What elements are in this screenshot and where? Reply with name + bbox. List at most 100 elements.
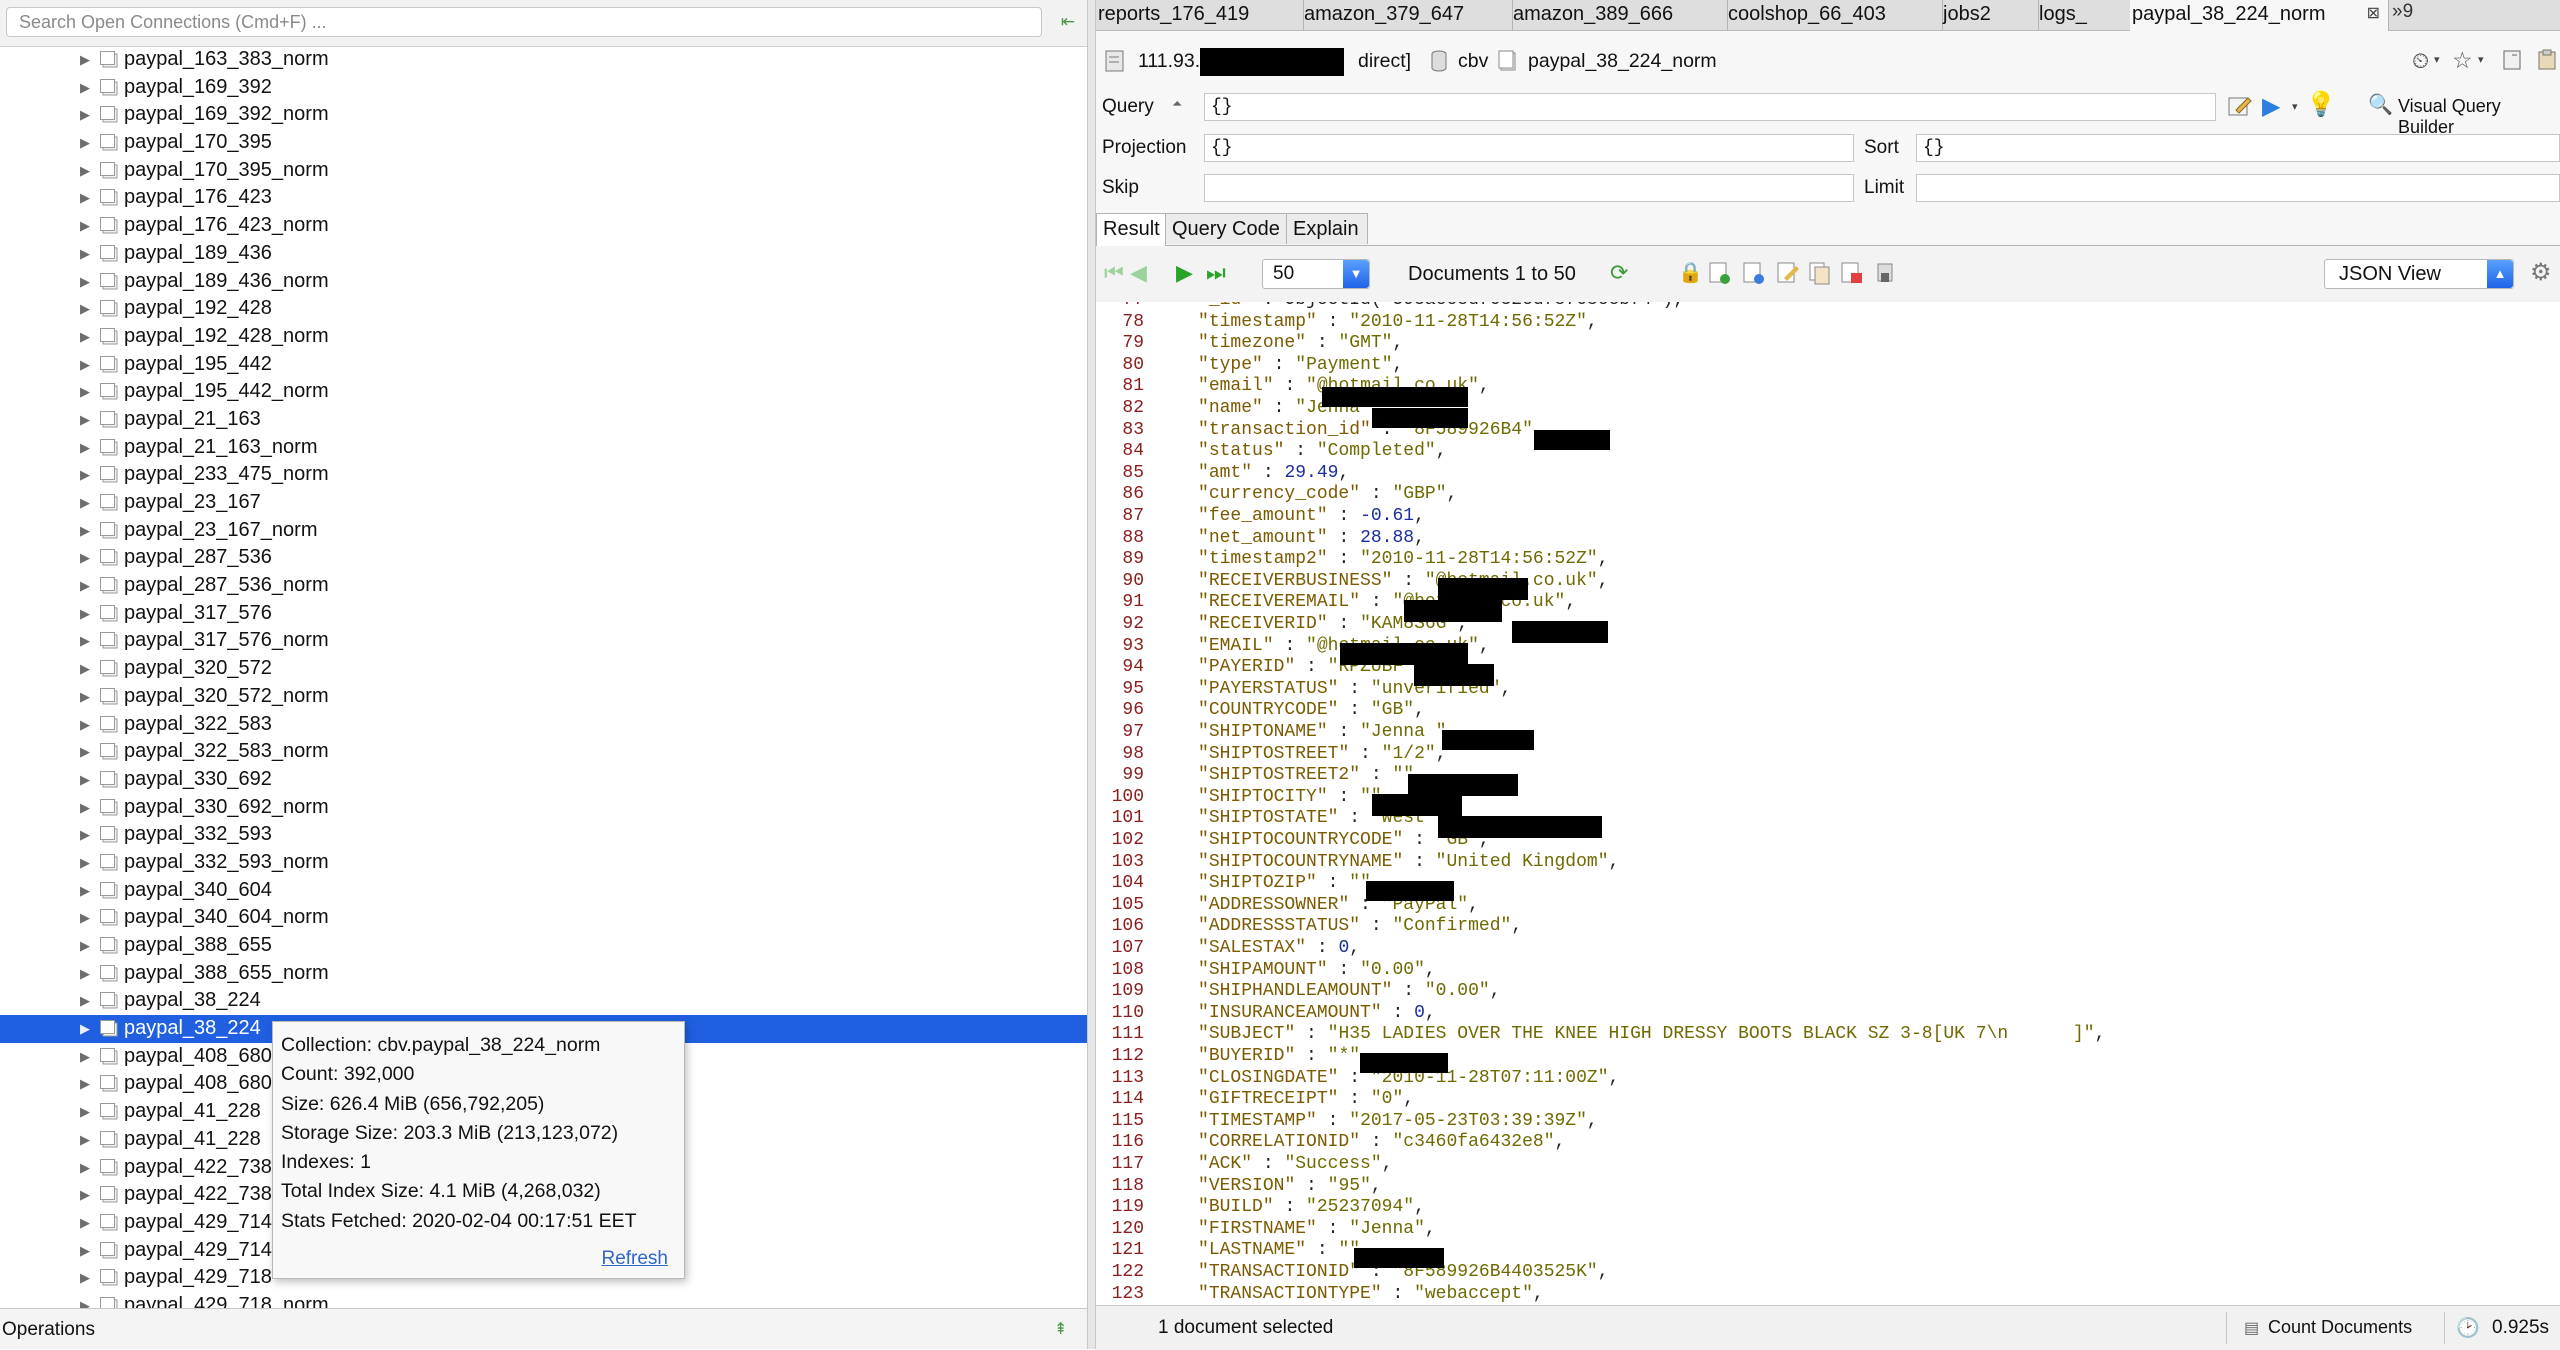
history-icon[interactable]: ⏲ [2412, 48, 2429, 74]
expand-arrow-icon[interactable]: ▶ [80, 1070, 94, 1097]
tree-collection-item[interactable]: ▶ paypal_189_436_norm [0, 268, 1087, 296]
tree-collection-item[interactable]: ▶ paypal_195_442 [0, 351, 1087, 379]
tree-collection-item[interactable]: ▶ paypal_317_576 [0, 600, 1087, 628]
tab-result[interactable]: Result [1096, 213, 1166, 246]
expand-arrow-icon[interactable]: ▶ [80, 461, 94, 488]
collapse-arrow-icon[interactable]: ⏶ [1172, 96, 1182, 112]
chevron-down-icon[interactable]: ▾ [2478, 53, 2484, 66]
lightbulb-icon[interactable]: 💡 [2306, 90, 2336, 119]
tree-collection-item[interactable]: ▶ paypal_340_604 [0, 877, 1087, 905]
expand-arrow-icon[interactable]: ▶ [80, 932, 94, 959]
expand-arrow-icon[interactable]: ▶ [80, 129, 94, 156]
expand-arrow-icon[interactable]: ▶ [80, 295, 94, 322]
tree-collection-item[interactable]: ▶ paypal_192_428_norm [0, 323, 1087, 351]
tree-collection-item[interactable]: ▶ paypal_340_604_norm [0, 904, 1087, 932]
tree-collection-item[interactable]: ▶ paypal_170_395_norm [0, 157, 1087, 185]
tree-collection-item[interactable]: ▶ paypal_170_395 [0, 129, 1087, 157]
open-in-window-icon[interactable] [2502, 49, 2522, 71]
expand-operations-icon[interactable]: ⇞ [1054, 1319, 1067, 1339]
expand-arrow-icon[interactable]: ▶ [80, 74, 94, 101]
expand-arrow-icon[interactable]: ▶ [80, 101, 94, 128]
expand-arrow-icon[interactable]: ▶ [80, 683, 94, 710]
tree-collection-item[interactable]: ▶ paypal_23_167 [0, 489, 1087, 517]
tree-collection-item[interactable]: ▶ paypal_332_593 [0, 821, 1087, 849]
expand-arrow-icon[interactable]: ▶ [80, 323, 94, 350]
clone-document-icon[interactable] [1808, 260, 1832, 286]
previous-page-icon[interactable]: ◀ [1130, 261, 1147, 285]
tree-collection-item[interactable]: ▶ paypal_192_428 [0, 295, 1087, 323]
expand-arrow-icon[interactable]: ▶ [80, 794, 94, 821]
expand-arrow-icon[interactable]: ▶ [80, 821, 94, 848]
edit-query-icon[interactable] [2226, 93, 2252, 119]
collapse-all-icon[interactable]: ⇤ [1056, 10, 1080, 34]
expand-arrow-icon[interactable]: ▶ [80, 240, 94, 267]
tree-collection-item[interactable]: ▶ paypal_287_536 [0, 544, 1087, 572]
first-page-icon[interactable]: ⏮ [1104, 261, 1124, 285]
tree-collection-item[interactable]: ▶ paypal_233_475_norm [0, 461, 1087, 489]
expand-arrow-icon[interactable]: ▶ [80, 434, 94, 461]
sort-input[interactable]: {} [1916, 134, 2560, 162]
expand-arrow-icon[interactable]: ▶ [80, 517, 94, 544]
visual-query-builder-button[interactable]: Visual Query Builder [2398, 96, 2560, 138]
tab-jobs2[interactable]: jobs2 [1941, 0, 2039, 30]
expand-arrow-icon[interactable]: ▶ [80, 1237, 94, 1264]
tab-amazon-379-647[interactable]: amazon_379_647 [1302, 0, 1513, 30]
tree-collection-item[interactable]: ▶ paypal_23_167_norm [0, 517, 1087, 545]
expand-arrow-icon[interactable]: ▶ [80, 711, 94, 738]
tab-amazon-389-666[interactable]: amazon_389_666 [1511, 0, 1728, 30]
tree-collection-item[interactable]: ▶ paypal_38_224 [0, 987, 1087, 1015]
expand-arrow-icon[interactable]: ▶ [80, 157, 94, 184]
expand-arrow-icon[interactable]: ▶ [80, 184, 94, 211]
tree-collection-item[interactable]: ▶ paypal_317_576_norm [0, 627, 1087, 655]
last-page-icon[interactable]: ⏭ [1206, 261, 1226, 285]
expand-arrow-icon[interactable]: ▶ [80, 1154, 94, 1181]
tree-collection-item[interactable]: ▶ paypal_176_423_norm [0, 212, 1087, 240]
view-mode-select[interactable]: JSON View ▲ [2324, 259, 2514, 289]
lock-icon[interactable]: 🔒 [1678, 261, 1703, 285]
tab-query-code[interactable]: Query Code [1165, 213, 1287, 244]
expand-arrow-icon[interactable]: ▶ [80, 600, 94, 627]
tree-collection-item[interactable]: ▶ paypal_195_442_norm [0, 378, 1087, 406]
expand-arrow-icon[interactable]: ▶ [80, 544, 94, 571]
tab-logs[interactable]: logs_ [2037, 0, 2132, 30]
expand-arrow-icon[interactable]: ▶ [80, 877, 94, 904]
tree-collection-item[interactable]: ▶ paypal_320_572_norm [0, 683, 1087, 711]
expand-arrow-icon[interactable]: ▶ [80, 1264, 94, 1291]
expand-arrow-icon[interactable]: ▶ [80, 904, 94, 931]
query-input[interactable]: {} [1204, 93, 2216, 121]
expand-arrow-icon[interactable]: ▶ [80, 1209, 94, 1236]
tree-collection-item[interactable]: ▶ paypal_169_392 [0, 74, 1087, 102]
json-result-view[interactable]: 77"_id" : ObjectId("593aee8df632edf8768e… [1096, 302, 2560, 1307]
tab-reports-176-419[interactable]: reports_176_419 [1096, 0, 1304, 30]
expand-arrow-icon[interactable]: ▶ [80, 738, 94, 765]
tree-collection-item[interactable]: ▶ paypal_21_163 [0, 406, 1087, 434]
tree-collection-item[interactable]: ▶ paypal_332_593_norm [0, 849, 1087, 877]
tab-coolshop-66-403[interactable]: coolshop_66_403 [1726, 0, 1943, 30]
skip-input[interactable] [1204, 174, 1854, 202]
delete-all-icon[interactable] [1874, 260, 1898, 286]
tab-overflow-button[interactable]: »9 [2392, 0, 2413, 24]
expand-arrow-icon[interactable]: ▶ [80, 655, 94, 682]
search-input[interactable] [6, 7, 1042, 37]
close-tab-icon[interactable]: ⊠ [2367, 0, 2380, 28]
edit-document-icon[interactable] [1776, 260, 1800, 286]
projection-input[interactable]: {} [1204, 134, 1854, 162]
expand-arrow-icon[interactable]: ▶ [80, 766, 94, 793]
tab-explain[interactable]: Explain [1286, 213, 1368, 244]
tree-collection-item[interactable]: ▶ paypal_322_583 [0, 711, 1087, 739]
page-size-select[interactable]: 50 ▼ [1262, 259, 1370, 289]
tree-collection-item[interactable]: ▶ paypal_21_163_norm [0, 434, 1087, 462]
expand-arrow-icon[interactable]: ▶ [80, 627, 94, 654]
expand-arrow-icon[interactable]: ▶ [80, 572, 94, 599]
tree-collection-item[interactable]: ▶ paypal_388_655_norm [0, 960, 1087, 988]
tree-collection-item[interactable]: ▶ paypal_330_692_norm [0, 794, 1087, 822]
expand-arrow-icon[interactable]: ▶ [80, 987, 94, 1014]
tree-collection-item[interactable]: ▶ paypal_330_692 [0, 766, 1087, 794]
expand-arrow-icon[interactable]: ▶ [80, 1043, 94, 1070]
refresh-icon[interactable]: ⟳ [1610, 261, 1628, 285]
expand-arrow-icon[interactable]: ▶ [80, 1126, 94, 1153]
count-documents-button[interactable]: Count Documents [2268, 1317, 2412, 1338]
tree-collection-item[interactable]: ▶ paypal_388_655 [0, 932, 1087, 960]
gear-icon[interactable]: ⚙ [2530, 261, 2552, 285]
expand-arrow-icon[interactable]: ▶ [80, 960, 94, 987]
